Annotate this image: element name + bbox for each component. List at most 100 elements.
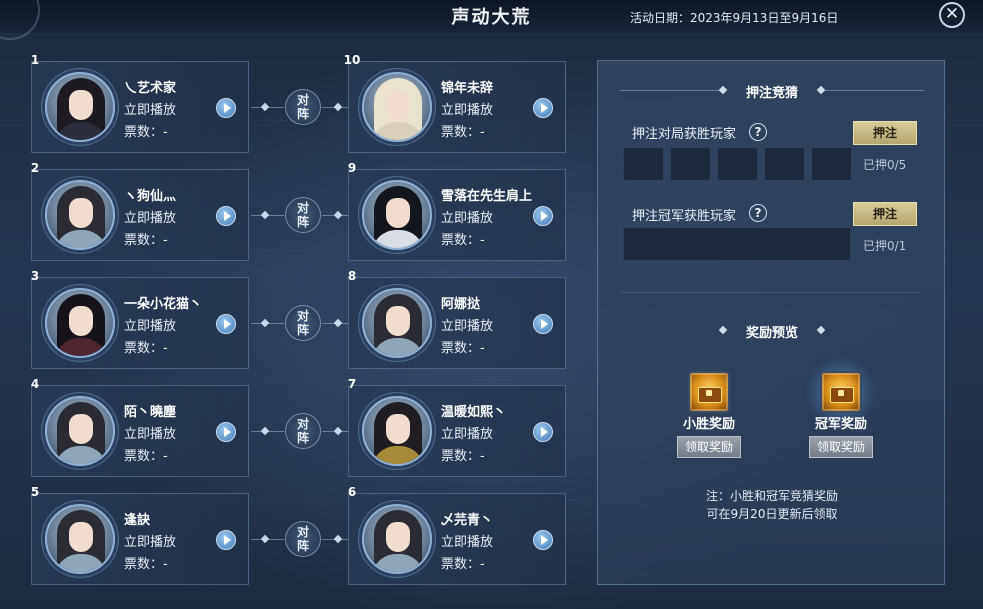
play-icon[interactable]: [533, 530, 553, 550]
avatar-face: [69, 198, 93, 228]
rank-number: 9: [347, 161, 357, 175]
player-card[interactable]: 5 逢訣 立即播放 票数：-: [31, 485, 249, 585]
player-card[interactable]: 4 陌丶曉塵 立即播放 票数：-: [31, 377, 249, 477]
play-icon[interactable]: [216, 206, 236, 226]
player-card[interactable]: 1 乀艺术家 立即播放 票数：-: [31, 53, 249, 153]
play-icon[interactable]: [533, 314, 553, 334]
avatar-face: [69, 414, 93, 444]
play-icon[interactable]: [216, 314, 236, 334]
champion-reward-chest-icon[interactable]: [820, 371, 862, 413]
avatar-face: [386, 306, 410, 336]
player-name: 雪落在先生肩上: [441, 189, 533, 204]
player-name: 乄芫青丶: [441, 513, 494, 528]
versus-char: 对: [296, 417, 309, 431]
play-icon[interactable]: [533, 98, 553, 118]
vote-count: 票数：-: [124, 233, 168, 248]
diamond-icon: [333, 426, 343, 436]
player-avatar[interactable]: [45, 72, 115, 142]
claim-champion-reward-button[interactable]: 领取奖励: [809, 436, 873, 458]
play-icon[interactable]: [533, 422, 553, 442]
player-card[interactable]: 6 乄芫青丶 立即播放 票数：-: [348, 485, 566, 585]
player-avatar[interactable]: [45, 504, 115, 574]
betting-section-title: 押注竞猜: [745, 86, 798, 101]
player-avatar[interactable]: [362, 288, 432, 358]
avatar-face: [386, 90, 410, 120]
play-now-label[interactable]: 立即播放: [441, 207, 493, 226]
vote-count: 票数：-: [124, 125, 168, 140]
vote-count: 票数：-: [124, 341, 168, 356]
play-now-label[interactable]: 立即播放: [441, 531, 493, 550]
bet-slot[interactable]: [717, 147, 758, 181]
player-avatar[interactable]: [45, 396, 115, 466]
avatar-face: [69, 90, 93, 120]
play-now-label[interactable]: 立即播放: [124, 315, 176, 334]
claim-small-reward-button[interactable]: 领取奖励: [677, 436, 741, 458]
avatar-face: [69, 522, 93, 552]
play-now-label[interactable]: 立即播放: [124, 423, 176, 442]
player-avatar[interactable]: [362, 72, 432, 142]
player-avatar[interactable]: [362, 504, 432, 574]
versus-badge: 对阵: [285, 89, 321, 125]
divider: [824, 90, 924, 91]
bet-slot[interactable]: [670, 147, 711, 181]
play-now-label[interactable]: 立即播放: [441, 99, 493, 118]
diamond-icon: [260, 210, 270, 220]
player-avatar[interactable]: [362, 180, 432, 250]
play-icon[interactable]: [216, 530, 236, 550]
player-name: 陌丶曉塵: [124, 405, 177, 420]
player-card[interactable]: 7 温暖如熙丶 立即播放 票数：-: [348, 377, 566, 477]
player-name: 阿娜挞: [441, 297, 481, 312]
diamond-icon: [333, 210, 343, 220]
player-card[interactable]: 8 阿娜挞 立即播放 票数：-: [348, 269, 566, 369]
versus-badge: 对阵: [285, 305, 321, 341]
bet-slot[interactable]: [623, 147, 664, 181]
champion-bet-slot[interactable]: [623, 227, 851, 261]
play-now-label[interactable]: 立即播放: [441, 423, 493, 442]
player-avatar[interactable]: [362, 396, 432, 466]
help-icon[interactable]: ?: [749, 204, 767, 222]
play-now-label[interactable]: 立即播放: [124, 531, 176, 550]
player-name: 乀艺术家: [124, 81, 177, 96]
round-bet-button[interactable]: 押注: [853, 121, 917, 145]
champion-bet-button[interactable]: 押注: [853, 202, 917, 226]
player-card[interactable]: 10 锦年未辞立即播放票数：-: [344, 53, 566, 153]
player-card[interactable]: 3 一朵小花猫丶 立即播放 票数：-: [31, 269, 249, 369]
player-avatar[interactable]: [45, 288, 115, 358]
player-name: 一朵小花猫丶: [124, 297, 203, 312]
versus-char: 对: [296, 93, 309, 107]
event-date: 活动日期：2023年9月13日至9月16日: [630, 11, 839, 25]
rank-number: 2: [30, 161, 40, 175]
vote-count: 票数：-: [441, 125, 485, 140]
versus-char: 对: [296, 201, 309, 215]
play-now-label[interactable]: 立即播放: [124, 99, 176, 118]
rank-number: 7: [347, 377, 357, 391]
play-now-label[interactable]: 立即播放: [124, 207, 176, 226]
avatar-face: [386, 414, 410, 444]
player-name: 锦年未辞: [441, 81, 494, 96]
close-button[interactable]: ✕: [939, 2, 965, 28]
reward-note-line2: 可在9月20日更新后领取: [706, 507, 838, 521]
versus-char: 阵: [296, 107, 309, 121]
versus-char: 阵: [296, 539, 309, 553]
diamond-icon: [260, 534, 270, 544]
play-icon[interactable]: [216, 98, 236, 118]
champion-bet-count: 已押0/1: [863, 239, 907, 253]
versus-badge: 对阵: [285, 521, 321, 557]
versus-char: 对: [296, 525, 309, 539]
play-icon[interactable]: [533, 206, 553, 226]
help-icon[interactable]: ?: [749, 123, 767, 141]
rank-number: 5: [30, 485, 40, 499]
small-reward-label: 小胜奖励: [682, 417, 735, 432]
play-icon[interactable]: [216, 422, 236, 442]
play-now-label[interactable]: 立即播放: [441, 315, 493, 334]
player-card[interactable]: 9 雪落在先生肩上 立即播放 票数：-: [348, 161, 566, 261]
bet-slot[interactable]: [811, 147, 852, 181]
vote-count: 票数：-: [124, 557, 168, 572]
rank-number: 10: [343, 53, 361, 67]
small-reward-chest-icon[interactable]: [688, 371, 730, 413]
player-avatar[interactable]: [45, 180, 115, 250]
player-card[interactable]: 2 ヽ狗仙灬 立即播放 票数：-: [31, 161, 249, 261]
title-bar: 声动大荒 活动日期：2023年9月13日至9月16日 ✕: [0, 0, 983, 40]
bet-slot[interactable]: [764, 147, 805, 181]
rank-number: 6: [347, 485, 357, 499]
